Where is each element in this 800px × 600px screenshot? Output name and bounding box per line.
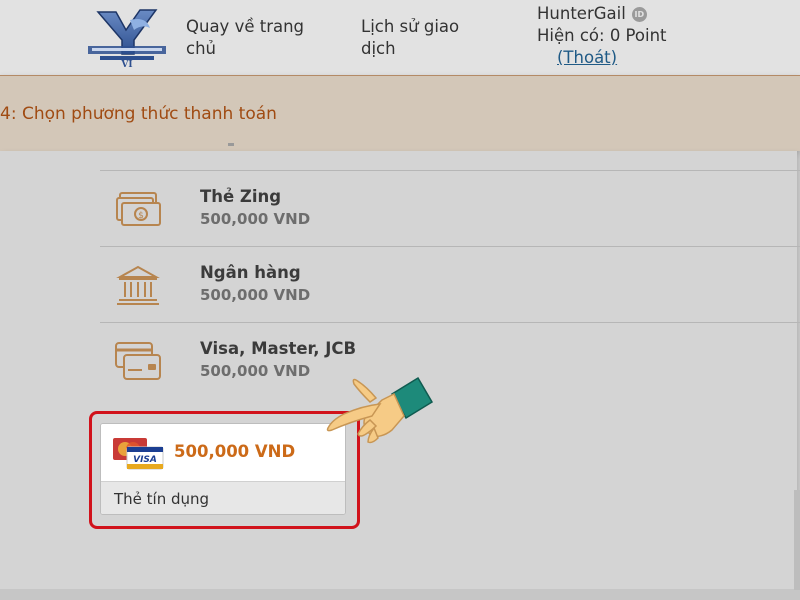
method-price: 500,000 VND: [200, 362, 311, 380]
bank-icon: [116, 265, 160, 305]
step-banner: 4: Chọn phương thức thanh toán: [0, 75, 800, 151]
credit-card-option[interactable]: VISA 500,000 VND Thẻ tín dụng: [100, 423, 346, 515]
top-header: VI Quay về trang chủ Lịch sử giao dịch H…: [0, 0, 800, 75]
pointing-hand-icon: [326, 376, 434, 444]
nav-history-link[interactable]: Lịch sử giao dịch: [361, 16, 481, 60]
point-balance: Hiện có: 0 Point: [537, 26, 667, 45]
option-label: Thẻ tín dụng: [114, 490, 210, 508]
method-price: 500,000 VND: [200, 210, 311, 228]
scrollbar[interactable]: [794, 490, 800, 590]
cut-off-text-fragment: [228, 143, 234, 146]
payment-method-zing[interactable]: $ Thẻ Zing 500,000 VND: [100, 170, 800, 246]
money-card-icon: $: [116, 192, 161, 226]
payment-method-card[interactable]: Visa, Master, JCB 500,000 VND: [100, 322, 800, 398]
credit-card-icon: [115, 342, 161, 380]
method-name: Visa, Master, JCB: [200, 339, 357, 358]
id-icon[interactable]: ID: [631, 6, 647, 22]
nav-home-link[interactable]: Quay về trang chủ: [186, 16, 326, 60]
page-footer-strip: [0, 589, 800, 600]
svg-text:VI: VI: [120, 60, 132, 68]
method-price: 500,000 VND: [200, 286, 311, 304]
logout-link[interactable]: (Thoát): [557, 47, 797, 69]
payment-method-bank[interactable]: Ngân hàng 500,000 VND: [100, 246, 800, 322]
option-price: 500,000 VND: [174, 442, 296, 461]
option-footer: Thẻ tín dụng: [101, 481, 345, 514]
game-logo[interactable]: VI: [86, 6, 168, 68]
svg-text:VISA: VISA: [133, 455, 157, 465]
method-name: Thẻ Zing: [200, 187, 282, 206]
username: HunterGail: [537, 4, 626, 23]
option-header: VISA 500,000 VND: [101, 424, 345, 481]
method-name: Ngân hàng: [200, 263, 301, 282]
step-title: 4: Chọn phương thức thanh toán: [0, 104, 277, 124]
mastercard-visa-icon: VISA: [113, 438, 164, 470]
user-info: HunterGail ID Hiện có: 0 Point (Thoát): [537, 3, 797, 69]
svg-text:$: $: [138, 211, 144, 221]
